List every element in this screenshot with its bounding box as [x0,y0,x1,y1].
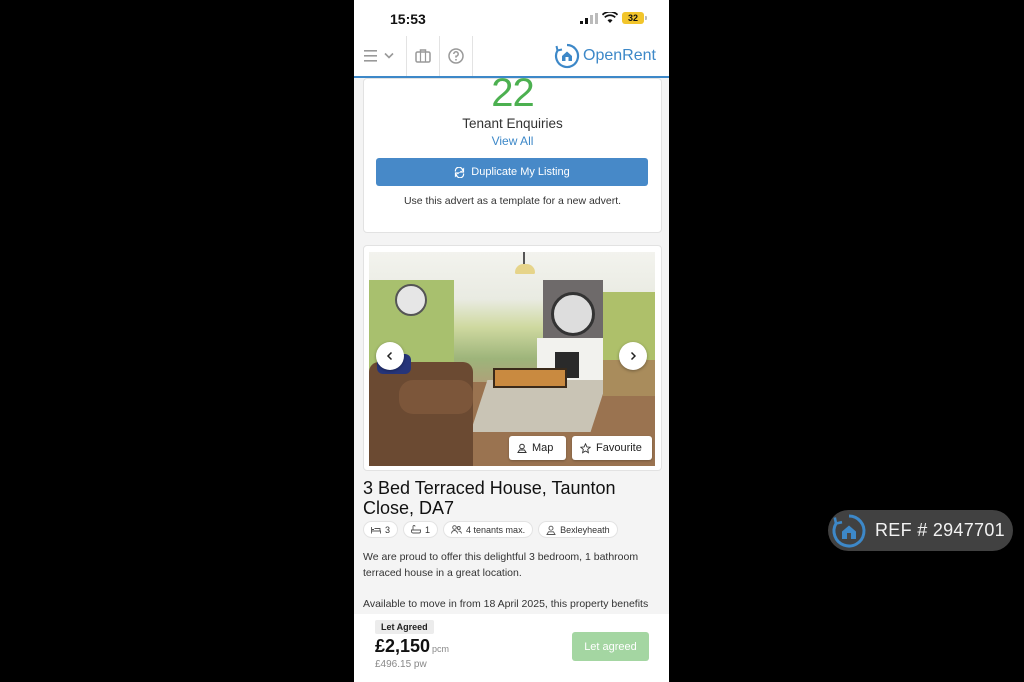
bathrooms-chip: 1 [403,521,439,538]
next-photo-button[interactable] [619,342,647,370]
listing-description-availability: Available to move in from 18 April 2025,… [363,598,649,610]
listing-photo[interactable]: Map Favourite [369,252,655,466]
reference-number: REF # 2947701 [875,520,1005,540]
openrent-logo-icon [832,514,866,548]
listing-photo-card: Map Favourite [363,245,662,471]
repeat-icon [455,166,465,178]
price-bar: Let Agreed £2,150 pcm £496.15 pw Let agr… [354,614,669,682]
photo-clock [395,284,427,316]
battery-indicator: 32 [622,12,644,24]
duplicate-listing-button[interactable]: Duplicate My Listing [376,158,648,186]
photo-sofa-arm [399,380,473,414]
nav-divider [406,36,407,76]
duplicate-listing-label: Duplicate My Listing [471,166,570,178]
star-icon [580,442,591,454]
photo-lamp [515,264,535,274]
phone-screen: 15:53 32 OpenRent 22 Tenant Enquiries Vi… [354,0,669,682]
favourite-button[interactable]: Favourite [572,436,652,460]
location-person-icon [546,525,556,535]
let-agreed-badge: Let Agreed [375,620,434,634]
map-button[interactable]: Map [509,436,566,460]
listing-features: 3 1 4 tenants max. Bexleyheath [363,521,618,538]
nav-divider [439,36,440,76]
price-unit: pcm [432,644,450,654]
reference-badge: REF # 2947701 [828,510,1013,551]
listing-title: 3 Bed Terraced House, Taunton Close, DA7 [363,478,616,518]
view-all-link[interactable]: View All [364,134,661,148]
status-bar: 15:53 32 [354,0,669,36]
openrent-logo-text[interactable]: OpenRent [583,47,656,65]
favourite-button-label: Favourite [596,442,642,454]
help-icon[interactable] [447,47,465,65]
person-pin-icon [517,443,527,453]
previous-photo-button[interactable] [376,342,404,370]
enquiry-label: Tenant Enquiries [462,116,563,131]
wifi-icon [602,12,618,23]
location-chip: Bexleyheath [538,521,618,538]
tenants-chip: 4 tenants max. [443,521,534,538]
tenants-value: 4 tenants max. [466,524,526,535]
nav-divider [472,36,473,76]
photo-mirror [551,292,595,336]
openrent-logo-icon[interactable] [554,43,580,69]
menu-icon[interactable] [364,47,398,65]
photo-sofa [369,362,473,466]
price-monthly: £2,150 [375,636,431,656]
battery-tip [645,16,647,20]
bathrooms-value: 1 [425,524,431,535]
bedrooms-chip: 3 [363,521,399,538]
photo-coffee-table [493,368,567,388]
chevron-right-icon [630,351,637,361]
map-button-label: Map [532,442,554,454]
price-weekly: £496.15 pw [375,659,427,670]
bed-icon [371,526,381,533]
people-icon [451,525,462,534]
enquiry-count: 22 [491,71,535,115]
bath-icon [411,525,421,534]
duplicate-caption: Use this advert as a template for a new … [403,195,622,207]
let-agreed-button[interactable]: Let agreed [572,632,649,661]
status-time: 15:53 [390,11,426,27]
briefcase-icon[interactable] [414,47,432,65]
enquiries-card: 22 Tenant Enquiries View All Duplicate M… [363,71,662,233]
location-value: Bexleyheath [560,524,610,535]
signal-icon [580,13,598,24]
chevron-left-icon [386,351,393,361]
listing-description: We are proud to offer this delightful 3 … [363,551,639,579]
bedrooms-value: 3 [385,524,391,535]
